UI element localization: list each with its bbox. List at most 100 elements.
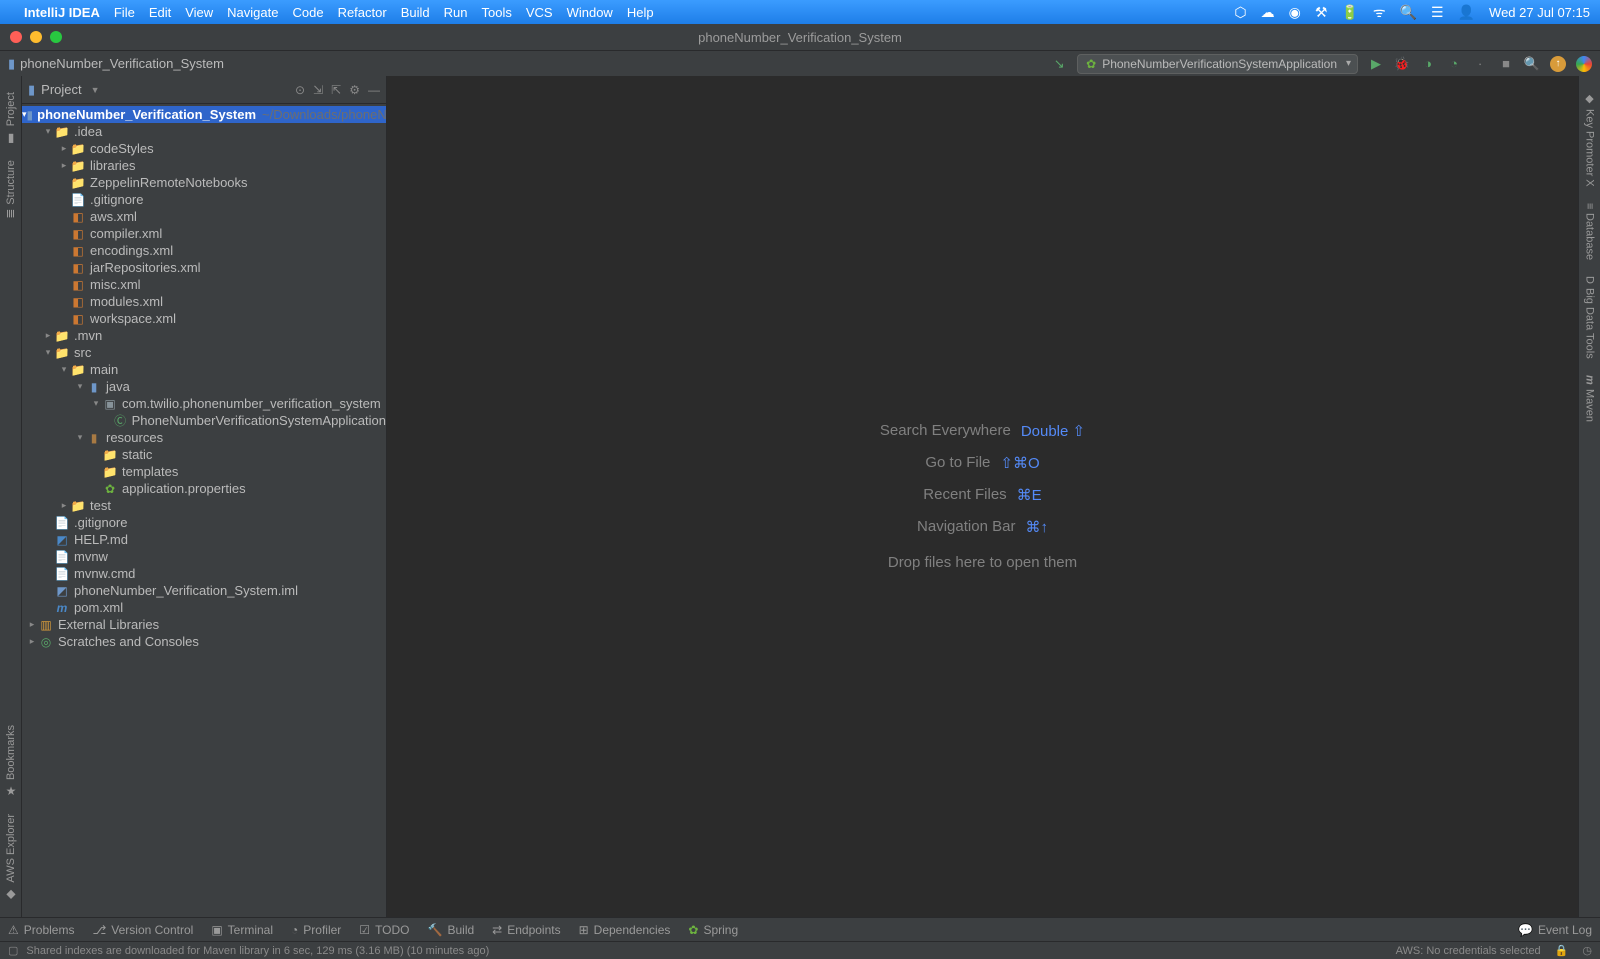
menu-navigate[interactable]: Navigate [227,5,278,20]
tree-package[interactable]: ▾▣com.twilio.phonenumber_verification_sy… [22,395,386,412]
tab-key-promoter[interactable]: ◆Key Promoter X [1581,84,1598,195]
expand-all-icon[interactable]: ⇲ [313,83,323,97]
tw-event-log[interactable]: 💬Event Log [1518,923,1592,937]
app-name[interactable]: IntelliJ IDEA [24,5,100,20]
ide-update-icon[interactable]: ↑ [1550,56,1566,72]
tab-bookmarks[interactable]: ★Bookmarks [2,717,20,806]
stop-button[interactable]: ■ [1498,56,1514,72]
close-window-button[interactable] [10,31,22,43]
tab-maven[interactable]: mMaven [1582,367,1598,430]
tool-icon[interactable]: ⚒ [1315,4,1328,21]
tab-database[interactable]: ≡Database [1582,195,1598,269]
menu-help[interactable]: Help [627,5,654,20]
cloud-icon[interactable]: ☁ [1261,4,1275,21]
tree-folder-codestyles[interactable]: ▸📁codeStyles [22,140,386,157]
tree-file-gitignore2[interactable]: 📄.gitignore [22,514,386,531]
menu-window[interactable]: Window [567,5,613,20]
indexing-icon[interactable]: ◷ [1582,944,1592,957]
hammer-icon[interactable]: ↘ [1051,56,1067,72]
menu-run[interactable]: Run [444,5,468,20]
tree-folder-test[interactable]: ▸📁test [22,497,386,514]
tree-root[interactable]: ▾▮phoneNumber_Verification_System~/Downl… [22,106,386,123]
tab-project[interactable]: ▮Project [2,84,20,152]
tree-folder-src[interactable]: ▾📁src [22,344,386,361]
tw-build[interactable]: 🔨Build [428,923,475,937]
project-panel-title[interactable]: Project [41,82,81,97]
tree-folder-zeppelin[interactable]: 📁ZeppelinRemoteNotebooks [22,174,386,191]
spotlight-icon[interactable]: 🔍 [1400,4,1417,21]
hide-panel-icon[interactable]: — [368,83,380,97]
tree-folder-resources[interactable]: ▾▮resources [22,429,386,446]
record-icon[interactable]: ◉ [1289,4,1301,21]
tab-structure[interactable]: ≣Structure [2,152,20,227]
coverage-button[interactable]: ◑ [1420,56,1436,72]
tree-file-workspace-xml[interactable]: ◧workspace.xml [22,310,386,327]
minimize-window-button[interactable] [30,31,42,43]
collapse-all-icon[interactable]: ⇱ [331,83,341,97]
breadcrumb-root[interactable]: ▮ phoneNumber_Verification_System [8,56,224,72]
tree-file-mvnw[interactable]: 📄mvnw [22,548,386,565]
control-center-icon[interactable]: ☰ [1431,4,1444,21]
tree-folder-mvn[interactable]: ▸📁.mvn [22,327,386,344]
tab-aws-explorer[interactable]: ◆AWS Explorer [2,806,20,909]
run-button[interactable]: ▶ [1368,56,1384,72]
tree-folder-main[interactable]: ▾📁main [22,361,386,378]
tree-file-compiler-xml[interactable]: ◧compiler.xml [22,225,386,242]
menu-refactor[interactable]: Refactor [338,5,387,20]
tree-file-gitignore[interactable]: 📄.gitignore [22,191,386,208]
tree-folder-static[interactable]: 📁static [22,446,386,463]
wifi-icon[interactable]: ᯤ [1373,3,1386,22]
tree-file-encodings-xml[interactable]: ◧encodings.xml [22,242,386,259]
tab-big-data[interactable]: DBig Data Tools [1582,268,1598,367]
tw-profiler[interactable]: ◔Profiler [291,923,341,937]
toolbox-icon[interactable]: ⬡ [1234,4,1246,21]
attach-button[interactable]: ∙ [1472,56,1488,72]
tree-file-modules-xml[interactable]: ◧modules.xml [22,293,386,310]
tree-file-appprops[interactable]: ✿application.properties [22,480,386,497]
tw-dependencies[interactable]: ⊞Dependencies [579,923,671,937]
tw-version-control[interactable]: ⎇Version Control [92,923,193,937]
menu-build[interactable]: Build [401,5,430,20]
search-everywhere-button[interactable]: 🔍 [1524,56,1540,72]
tree-file-mvnwcmd[interactable]: 📄mvnw.cmd [22,565,386,582]
tw-problems[interactable]: ⚠Problems [8,923,74,937]
tree-file-pom[interactable]: mpom.xml [22,599,386,616]
tree-folder-java[interactable]: ▾▮java [22,378,386,395]
chevron-down-icon[interactable]: ▼ [91,85,100,95]
menubar-clock[interactable]: Wed 27 Jul 07:15 [1489,5,1590,20]
menu-edit[interactable]: Edit [149,5,171,20]
code-with-me-icon[interactable] [1576,56,1592,72]
tw-todo[interactable]: ☑TODO [359,923,409,937]
user-icon[interactable]: 👤 [1458,4,1475,21]
project-tree[interactable]: ▾▮phoneNumber_Verification_System~/Downl… [22,104,386,917]
menu-view[interactable]: View [185,5,213,20]
debug-button[interactable]: 🐞 [1394,56,1410,72]
tw-terminal[interactable]: ▣Terminal [211,923,273,937]
tree-folder-templates[interactable]: 📁templates [22,463,386,480]
gear-icon[interactable]: ⚙ [349,83,360,97]
tree-file-iml[interactable]: ◩phoneNumber_Verification_System.iml [22,582,386,599]
tree-file-misc-xml[interactable]: ◧misc.xml [22,276,386,293]
menu-vcs[interactable]: VCS [526,5,553,20]
tool-window-toggle-icon[interactable]: ▢ [8,944,18,957]
tree-class-application[interactable]: ⒸPhoneNumberVerificationSystemApplicatio… [22,412,386,429]
tree-file-aws-xml[interactable]: ◧aws.xml [22,208,386,225]
tree-file-jarrepos-xml[interactable]: ◧jarRepositories.xml [22,259,386,276]
tw-spring[interactable]: ✿Spring [688,923,738,937]
profile-button[interactable]: ◔ [1446,56,1462,72]
tree-external-libraries[interactable]: ▸▥External Libraries [22,616,386,633]
menu-tools[interactable]: Tools [481,5,511,20]
select-opened-file-icon[interactable]: ⊙ [295,83,305,97]
run-configuration-selector[interactable]: ✿ PhoneNumberVerificationSystemApplicati… [1077,54,1358,74]
tree-folder-idea[interactable]: ▾📁.idea [22,123,386,140]
editor-empty-state[interactable]: Search EverywhereDouble ⇧ Go to File⇧⌘O … [387,76,1578,917]
status-aws[interactable]: AWS: No credentials selected [1396,945,1541,957]
tw-endpoints[interactable]: ⇄Endpoints [492,923,560,937]
tree-folder-libraries[interactable]: ▸📁libraries [22,157,386,174]
battery-icon[interactable]: 🔋 [1341,4,1358,21]
lock-icon[interactable]: 🔒 [1555,944,1569,957]
menu-code[interactable]: Code [292,5,323,20]
tree-scratches[interactable]: ▸◎Scratches and Consoles [22,633,386,650]
maximize-window-button[interactable] [50,31,62,43]
tree-file-help[interactable]: ◩HELP.md [22,531,386,548]
